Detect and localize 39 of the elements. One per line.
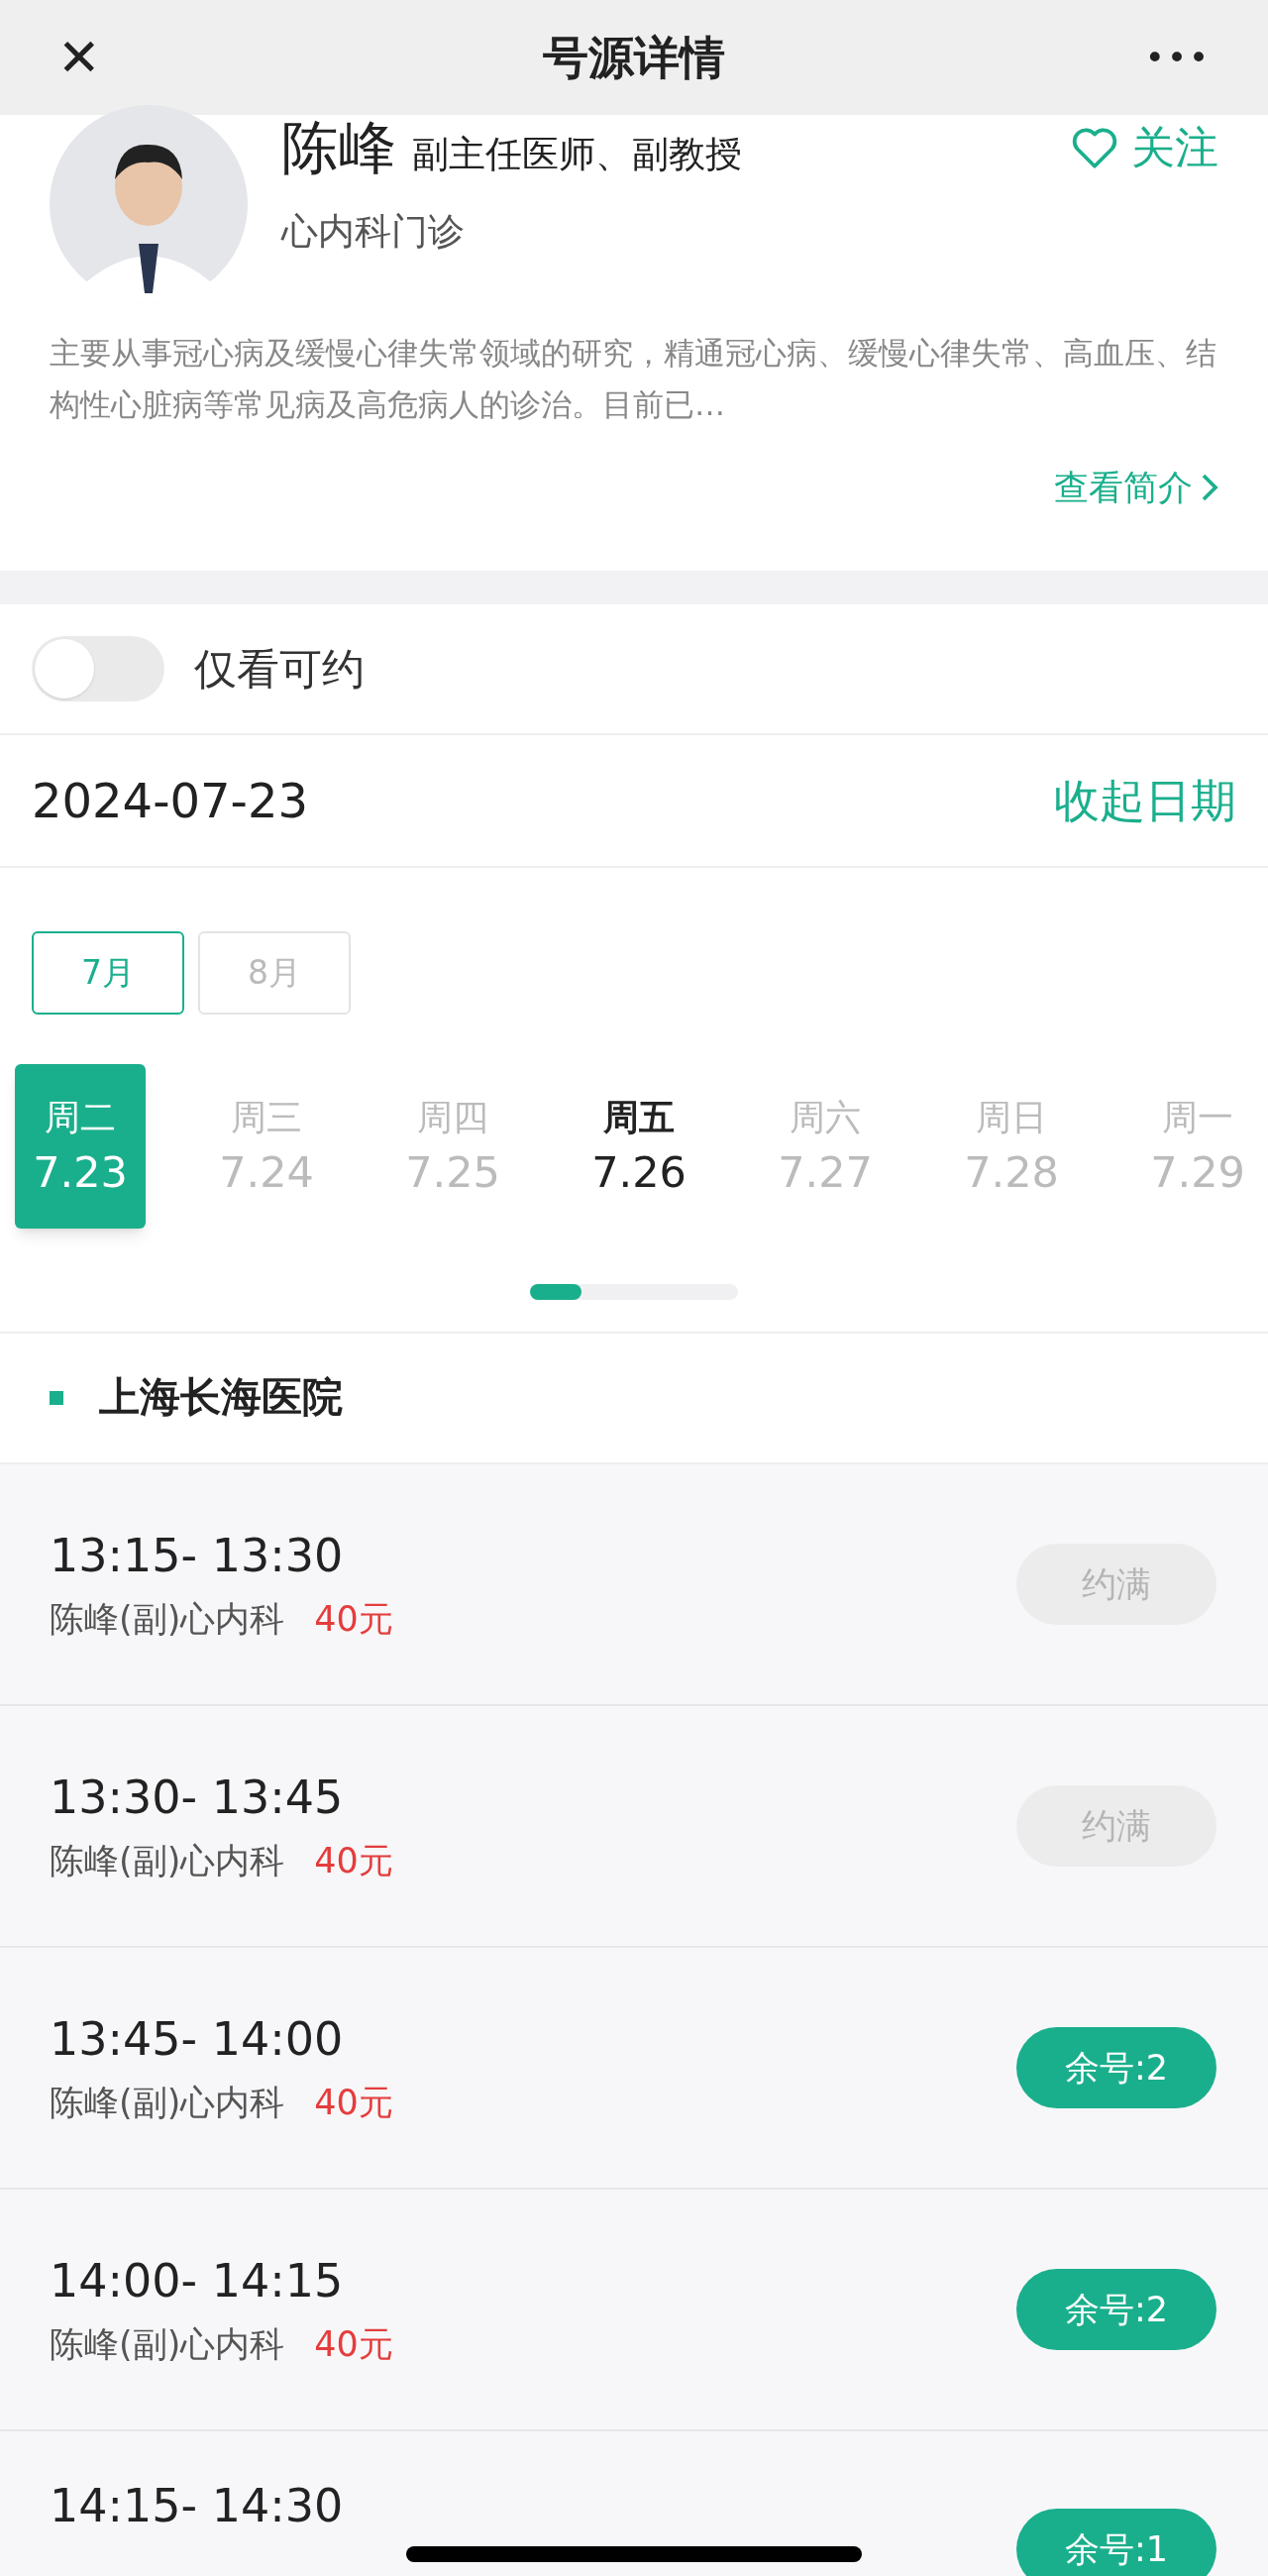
toggle-label: 仅看可约 <box>194 642 365 696</box>
close-button[interactable]: ✕ <box>57 32 101 83</box>
doctor-department: 陈峰(副)心内科 <box>50 1843 285 1878</box>
book-button[interactable]: 余号:2 <box>1016 2027 1216 2108</box>
follow-button[interactable]: 关注 <box>1070 115 1218 180</box>
doctor-bio: 主要从事冠心病及缓慢心律失常领域的研究，精通冠心病、缓慢心律失常、高血压、结构性心脏病等常见病及高危病人的诊治。目前已… <box>50 334 1217 424</box>
day-tab[interactable]: 周三 7.24 <box>201 1064 332 1229</box>
more-button[interactable]: ••• <box>1144 32 1211 83</box>
price-label: 40元 <box>314 1843 393 1878</box>
day-tab[interactable]: 周一 7.29 <box>1132 1064 1263 1229</box>
department-label: 心内科门诊 <box>281 209 466 255</box>
collapse-dates-button[interactable]: 收起日期 <box>1054 766 1236 835</box>
price-label: 40元 <box>314 1601 393 1637</box>
doctor-department: 陈峰(副)心内科 <box>50 1601 285 1637</box>
doctor-department: 陈峰(副)心内科 <box>50 2326 285 2362</box>
doctor-department: 陈峰(副)心内科 <box>50 2085 285 2120</box>
month-tab[interactable]: 7月 <box>32 931 184 1015</box>
time-slot: 14:00- 14:15 <box>50 2257 393 2304</box>
page-title: 号源详情 <box>542 29 726 86</box>
day-tab[interactable]: 周日 7.28 <box>946 1064 1077 1229</box>
hospital-name: 上海长海医院 <box>99 1372 343 1424</box>
book-button[interactable]: 余号:2 <box>1016 2269 1216 2350</box>
selected-date: 2024-07-23 <box>32 772 308 830</box>
day-tab[interactable]: 周六 7.27 <box>760 1064 891 1229</box>
day-tab[interactable]: 周二 7.23 <box>15 1064 146 1229</box>
doctor-title: 副主任医师、副教授 <box>412 136 742 176</box>
day-tab[interactable]: 周五 7.26 <box>574 1064 704 1229</box>
book-button[interactable]: 余号:1 <box>1016 2509 1216 2576</box>
bullet-icon <box>50 1391 63 1405</box>
day-tab[interactable]: 周四 7.25 <box>387 1064 518 1229</box>
month-tab[interactable]: 8月 <box>198 931 351 1015</box>
time-slot: 14:15- 14:30 <box>50 2483 344 2528</box>
price-label: 40元 <box>314 2085 393 2120</box>
time-slot: 13:15- 13:30 <box>50 1532 393 1578</box>
view-profile-link[interactable]: 查看简介 <box>1054 462 1218 514</box>
doctor-name: 陈峰 <box>281 119 396 176</box>
time-slot: 13:30- 13:45 <box>50 1773 393 1820</box>
time-slot: 13:45- 14:00 <box>50 2015 393 2062</box>
price-label: 40元 <box>314 2326 393 2362</box>
